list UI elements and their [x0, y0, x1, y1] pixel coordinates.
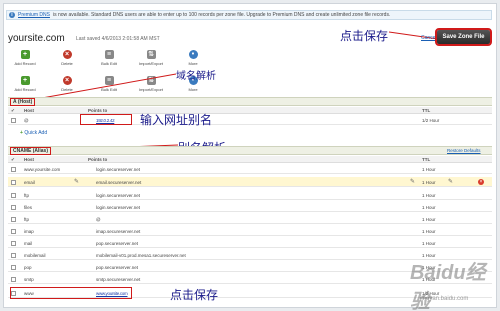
table-row[interactable]: imap imap.secureserver.net 1 Hour: [8, 226, 492, 236]
cname-section-header[interactable]: CNAME (Alias): [8, 146, 492, 155]
select-all-check-icon[interactable]: ✔: [11, 157, 15, 163]
more-icon: •: [188, 50, 198, 59]
row-ttl: 1 Hour: [422, 193, 436, 198]
row-host: pop: [24, 265, 32, 270]
annotation-enter-alias: 输入网址别名: [140, 113, 213, 127]
row-points-to: email.secureserver.net: [96, 180, 142, 185]
table-row[interactable]: www.yoursite.com login.secureserver.net 1 …: [8, 164, 492, 174]
edit-pencil-icon[interactable]: ✎: [74, 178, 79, 185]
delete-button[interactable]: × Delete: [52, 50, 82, 66]
info-icon: i: [9, 12, 15, 18]
row-points-to: login.secureserver.net: [96, 167, 141, 172]
plus-icon: +: [20, 50, 30, 59]
row-ttl: 1 Hour: [422, 205, 436, 210]
table-row[interactable]: mail pop.secureserver.net 1 Hour: [8, 238, 492, 248]
annotation-arrow-domain: [41, 73, 177, 99]
row-points-to: login.secureserver.net: [96, 193, 141, 198]
row-host: files: [24, 205, 33, 210]
row-host: ftp: [24, 217, 30, 222]
row-points-to: smtp.secureserver.net: [96, 277, 141, 282]
row-checkbox[interactable]: [11, 216, 16, 222]
a-host-title: A (Host): [9, 98, 36, 106]
row-points-to: mobilemail-v01.prod.mesa1.secureserver.n…: [96, 253, 186, 258]
toolbar-top: + Add Record × Delete ≡ Bulk Edit ⇅ Import/E…: [10, 50, 208, 66]
import-export-icon: ⇅: [146, 50, 156, 59]
row-checkbox[interactable]: [11, 276, 16, 282]
a-host-column-header: ✔ Host Points to TTL: [8, 107, 492, 114]
col-points-to: Points to: [88, 108, 108, 113]
col-ttl: TTL: [422, 108, 431, 113]
row-host: imap: [24, 229, 34, 234]
row-ttl: 1 Hour: [422, 217, 436, 222]
col-points-to: Points to: [88, 157, 108, 162]
cname-title: CNAME (Alias): [9, 147, 52, 155]
row-host: ftp: [24, 193, 30, 198]
row-ttl: 1 Hour: [422, 229, 436, 234]
row-host: @: [24, 118, 29, 123]
row-host: www.yoursite.com: [24, 167, 61, 172]
row-points-to: login.secureserver.net: [96, 205, 141, 210]
last-saved-text: Last saved 4/6/2013 2:01:58 AM MST: [76, 36, 160, 42]
premium-dns-link[interactable]: Premium DNS: [18, 12, 50, 18]
quick-add-link[interactable]: + Quick Add: [20, 130, 47, 136]
domain-title: yoursite.com: [8, 33, 65, 44]
edit-pencil-icon[interactable]: ✎: [410, 178, 415, 185]
import-export-button[interactable]: ⇅ Import/Export: [136, 50, 166, 66]
premium-notice: i Premium DNS is now available. Standard…: [6, 10, 492, 20]
add-record-button[interactable]: + Add Record: [10, 76, 40, 92]
bulk-edit-button[interactable]: ≡ Bulk Edit: [94, 50, 124, 66]
row-checkbox[interactable]: [11, 166, 16, 172]
row-ttl: 1 Hour: [422, 241, 436, 246]
save-zone-file-button[interactable]: Save Zone File: [435, 28, 492, 46]
row-points-to: pop.secureserver.net: [96, 241, 139, 246]
baidu-watermark: Baidu经验: [410, 262, 486, 311]
restore-defaults-link[interactable]: Restore Defaults: [447, 148, 481, 153]
highlight-www-row: [10, 287, 132, 299]
select-all-check-icon[interactable]: ✔: [11, 108, 15, 114]
a-host-section-header[interactable]: A (Host): [8, 97, 492, 106]
row-checkbox[interactable]: [11, 228, 16, 234]
row-checkbox[interactable]: [11, 264, 16, 270]
notice-text: is now available. Standard DNS users are…: [52, 12, 391, 18]
annotation-click-save-top: 点击保存: [340, 29, 389, 43]
table-row[interactable]: ftp @1 Hour: [8, 214, 492, 224]
add-record-button[interactable]: + Add Record: [10, 50, 40, 66]
row-host: mail: [24, 241, 33, 246]
row-host: smtp: [24, 277, 34, 282]
col-ttl: TTL: [422, 157, 431, 162]
row-checkbox[interactable]: [11, 192, 16, 198]
row-points-to: imap.secureserver.net: [96, 229, 141, 234]
row-ttl: 1/2 Hour: [422, 118, 440, 123]
table-row[interactable]: files login.secureserver.net 1 Hour: [8, 202, 492, 212]
table-row[interactable]: email ✎ email.secureserver.net ✎ 1 Hour ✎ ×: [8, 177, 492, 187]
row-ttl: 1 Hour: [422, 180, 436, 185]
cancel-link[interactable]: Cancel: [421, 35, 437, 41]
col-host: Host: [24, 157, 34, 162]
edit-pencil-icon[interactable]: ✎: [448, 178, 453, 185]
row-checkbox[interactable]: [11, 204, 16, 210]
cname-column-header: ✔ Host Points to TTL: [8, 156, 492, 163]
watermark-url: jingyan.baidu.com: [420, 296, 469, 302]
more-button[interactable]: • More: [178, 50, 208, 66]
row-host: mobilemail: [24, 253, 46, 258]
row-checkbox[interactable]: [11, 179, 16, 185]
row-points-to: pop.secureserver.net: [96, 265, 139, 270]
col-host: Host: [24, 108, 34, 113]
highlight-points-to: [80, 114, 132, 125]
bulk-edit-icon: ≡: [104, 50, 114, 59]
row-ttl: 1 Hour: [422, 167, 436, 172]
plus-icon: +: [20, 130, 23, 136]
annotation-click-save-bottom: 点击保存: [170, 288, 219, 302]
row-host: email: [24, 180, 35, 185]
delete-row-icon[interactable]: ×: [478, 179, 484, 185]
row-checkbox[interactable]: [11, 252, 16, 258]
row-points-to: @: [96, 217, 101, 222]
annotation-domain-parse: 域名解析: [176, 71, 216, 82]
delete-icon: ×: [62, 50, 72, 59]
row-checkbox[interactable]: [11, 240, 16, 246]
plus-icon: +: [20, 76, 30, 85]
row-checkbox[interactable]: [11, 117, 16, 123]
table-row[interactable]: ftp login.secureserver.net 1 Hour: [8, 190, 492, 200]
